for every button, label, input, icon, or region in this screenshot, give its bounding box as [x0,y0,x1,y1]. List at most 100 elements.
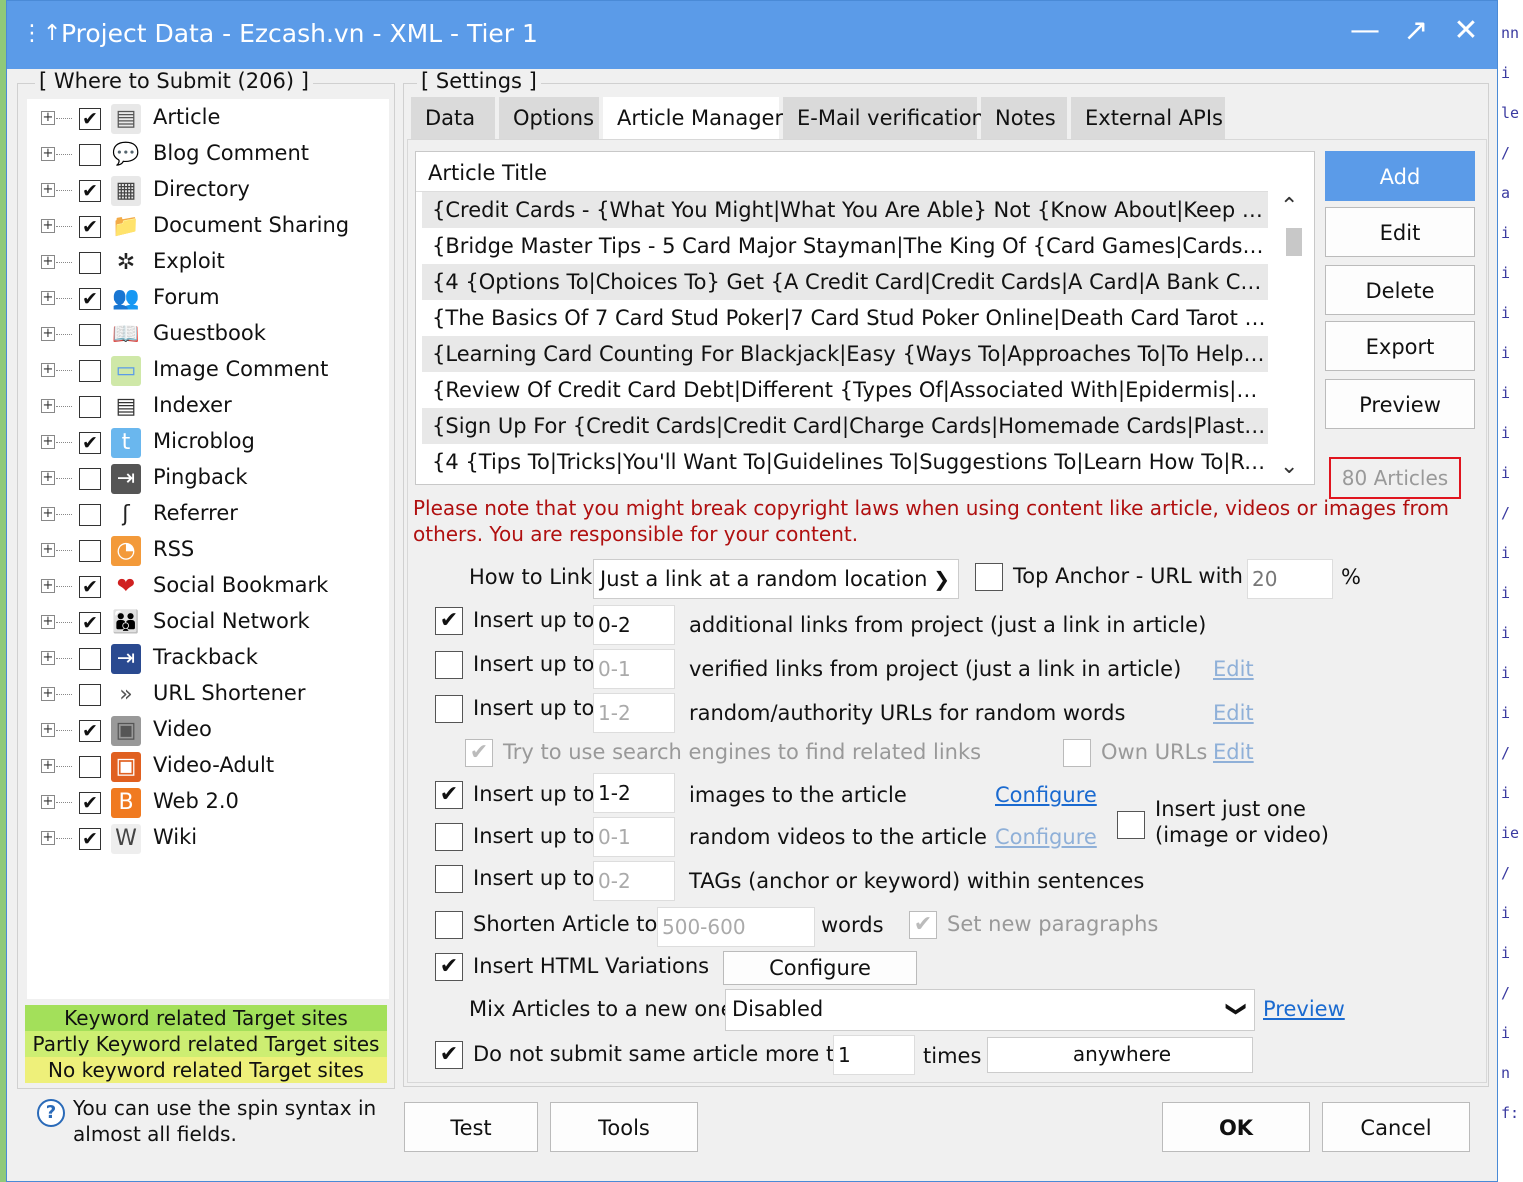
tree-item-rss[interactable]: + ◔ RSS [27,533,387,569]
tree-item-microblog[interactable]: + ✔ t Microblog [27,425,387,461]
tree-item-referrer[interactable]: + ʃ Referrer [27,497,387,533]
tree-item-guestbook[interactable]: + 📖 Guestbook [27,317,387,353]
tree-item-video-adult[interactable]: + ▣ Video-Adult [27,749,387,785]
expand-icon[interactable]: + [41,831,55,845]
scroll-down-icon[interactable]: ⌄ [1280,454,1298,479]
tree-item-checkbox[interactable]: ✔ [79,180,101,202]
tree-item-blog-comment[interactable]: + 💬 Blog Comment [27,137,387,173]
random-urls-input[interactable]: 1-2 [593,693,675,733]
tree-item-checkbox[interactable] [79,324,101,346]
article-list-scrollbar[interactable]: ⌃ ⌄ [1272,192,1312,484]
expand-icon[interactable]: + [41,723,55,737]
expand-icon[interactable]: + [41,651,55,665]
no-same-article-checkbox[interactable]: ✔ [435,1041,463,1069]
expand-icon[interactable]: + [41,615,55,629]
verified-edit-link[interactable]: Edit [1213,657,1254,681]
tree-item-checkbox[interactable] [79,504,101,526]
expand-icon[interactable]: + [41,399,55,413]
delete-button[interactable]: Delete [1325,265,1475,315]
expand-icon[interactable]: + [41,543,55,557]
tree-item-checkbox[interactable] [79,360,101,382]
html-variations-configure-button[interactable]: Configure [723,951,917,985]
expand-icon[interactable]: + [41,363,55,377]
minimize-button[interactable]: — [1342,11,1388,51]
article-row[interactable]: {The Basics Of 7 Card Stud Poker|7 Card … [422,300,1268,336]
tab-article-manager[interactable]: Article Manager [603,97,783,139]
column-header-article-title[interactable]: Article Title [416,152,1268,192]
shorten-checkbox[interactable] [435,911,463,939]
tree-item-exploit[interactable]: + ✲ Exploit [27,245,387,281]
images-checkbox[interactable]: ✔ [435,781,463,809]
tree-item-checkbox[interactable]: ✔ [79,288,101,310]
tree-item-checkbox[interactable] [79,648,101,670]
tree-item-checkbox[interactable] [79,396,101,418]
tree-item-indexer[interactable]: + ▤ Indexer [27,389,387,425]
article-row[interactable]: {Bridge Master Tips - 5 Card Major Staym… [422,228,1268,264]
random-urls-edit-link[interactable]: Edit [1213,701,1254,725]
tree-item-checkbox[interactable]: ✔ [79,432,101,454]
videos-checkbox[interactable] [435,823,463,851]
images-configure-link[interactable]: Configure [995,783,1097,807]
tree-item-image-comment[interactable]: + ▭ Image Comment [27,353,387,389]
tree-item-forum[interactable]: + ✔ 👥 Forum [27,281,387,317]
scroll-thumb[interactable] [1286,228,1302,256]
tree-item-pingback[interactable]: + ⇥ Pingback [27,461,387,497]
tree-item-checkbox[interactable]: ✔ [79,216,101,238]
shorten-input[interactable]: 500-600 [657,907,815,947]
tree-item-trackback[interactable]: + ⇥ Trackback [27,641,387,677]
expand-icon[interactable]: + [41,147,55,161]
tree-item-checkbox[interactable] [79,252,101,274]
videos-configure-link[interactable]: Configure [995,825,1097,849]
expand-icon[interactable]: + [41,183,55,197]
article-row[interactable]: {Sign Up For {Credit Cards|Credit Card|C… [422,408,1268,444]
expand-icon[interactable]: + [41,687,55,701]
tab-data[interactable]: Data [411,97,495,139]
tree-item-checkbox[interactable]: ✔ [79,576,101,598]
how-to-link-select[interactable]: Just a link at a random location ❯ [593,559,959,599]
tree-item-video[interactable]: + ✔ ▣ Video [27,713,387,749]
mix-articles-select[interactable]: Disabled ❯ [725,989,1255,1031]
tree-item-url-shortener[interactable]: + » URL Shortener [27,677,387,713]
search-engines-checkbox[interactable]: ✔ [465,739,493,767]
expand-icon[interactable]: + [41,795,55,809]
article-row[interactable]: {Learning Card Counting For Blackjack|Ea… [422,336,1268,372]
export-button[interactable]: Export [1325,321,1475,371]
tree-item-checkbox[interactable] [79,684,101,706]
tab-external-apis[interactable]: External APIs [1071,97,1225,139]
tools-button[interactable]: Tools [550,1102,698,1152]
tags-checkbox[interactable] [435,865,463,893]
article-list[interactable]: Article Title {Credit Cards - {What You … [415,151,1315,485]
random-urls-checkbox[interactable] [435,695,463,723]
article-row[interactable]: {Review Of Credit Card Debt|Different {T… [422,372,1268,408]
submit-tree[interactable]: + ✔ ▤ Article + 💬 Blog Comment + ✔ ▦ Directory + ✔ 📁 D… [27,99,389,999]
ok-button[interactable]: OK [1162,1102,1310,1152]
expand-icon[interactable]: + [41,327,55,341]
article-row[interactable]: {Credit Cards - {What You Might|What You… [422,192,1268,228]
tree-item-wiki[interactable]: + ✔ W Wiki [27,821,387,857]
article-row[interactable]: {4 {Options To|Choices To} Get {A Credit… [422,264,1268,300]
verified-links-input[interactable]: 0-1 [593,649,675,689]
own-urls-edit-link[interactable]: Edit [1213,740,1254,764]
videos-input[interactable]: 0-1 [593,817,675,857]
html-variations-checkbox[interactable]: ✔ [435,953,463,981]
article-row[interactable]: {4 {Tips To|Tricks|You'll Want To|Guidel… [422,444,1268,480]
top-anchor-checkbox[interactable] [975,563,1003,591]
mix-preview-link[interactable]: Preview [1263,997,1345,1021]
add-button[interactable]: Add [1325,151,1475,201]
tree-item-web-2-0[interactable]: + ✔ B Web 2.0 [27,785,387,821]
close-button[interactable]: ✕ [1443,11,1489,51]
tree-item-checkbox[interactable] [79,468,101,490]
tree-item-document-sharing[interactable]: + ✔ 📁 Document Sharing [27,209,387,245]
own-urls-checkbox[interactable] [1063,739,1091,767]
edit-button[interactable]: Edit [1325,207,1475,257]
images-input[interactable]: 1-2 [593,773,675,813]
verified-links-checkbox[interactable] [435,651,463,679]
preview-button[interactable]: Preview [1325,379,1475,429]
expand-icon[interactable]: + [41,291,55,305]
tree-item-checkbox[interactable]: ✔ [79,828,101,850]
tree-item-checkbox[interactable]: ✔ [79,792,101,814]
tree-item-checkbox[interactable]: ✔ [79,720,101,742]
insert-just-one-checkbox[interactable] [1117,811,1145,839]
title-bar[interactable]: ⋮↑ Project Data - Ezcash.vn - XML - Tier… [7,1,1497,69]
tab-notes[interactable]: Notes [981,97,1067,139]
